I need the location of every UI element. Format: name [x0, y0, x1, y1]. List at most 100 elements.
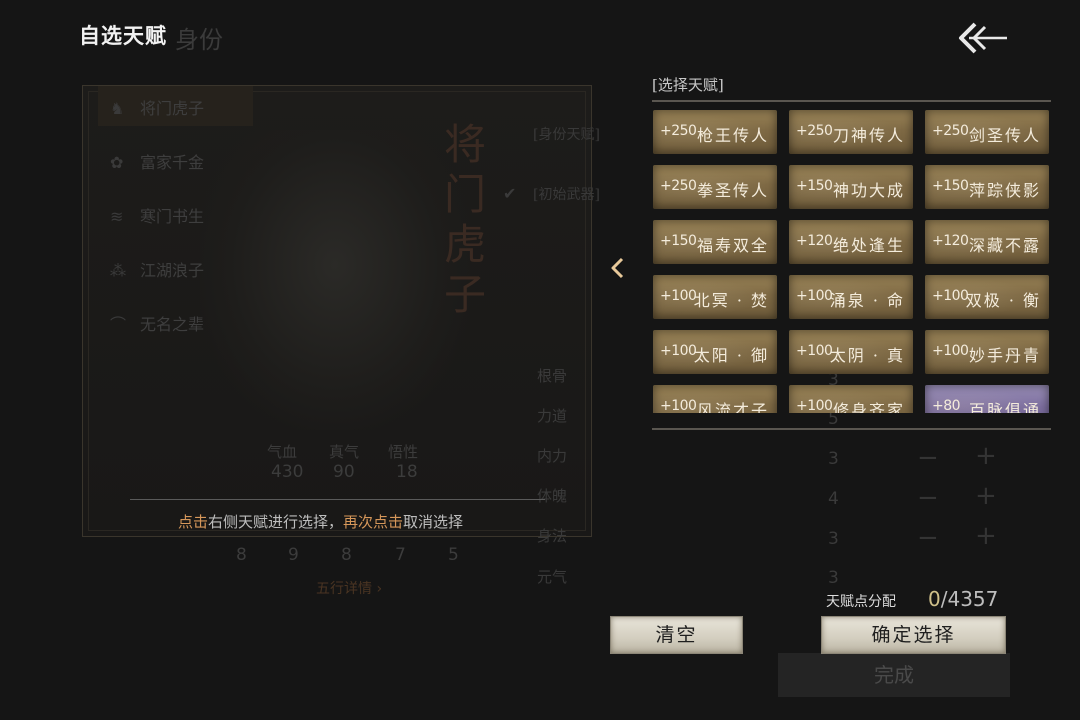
talent-points: +100 — [932, 288, 969, 304]
talent-tile[interactable]: +100 风流才子 — [653, 385, 777, 413]
talent-points: +80 — [932, 398, 961, 413]
attribute-value: 3 — [828, 568, 839, 588]
attribute-value: 3 — [828, 529, 839, 549]
stat-value: 430 — [271, 462, 304, 482]
attribute-label: 身法 — [537, 527, 568, 545]
talent-tile[interactable]: +100 涌泉 · 命 — [789, 275, 913, 319]
talent-name: 枪王传人 — [696, 126, 769, 145]
allocation-value: 0/4357 — [928, 587, 999, 611]
sidebar-item: ✿ 富家千金 — [110, 153, 205, 172]
talent-name: 风流才子 — [696, 401, 769, 413]
plus-icon: + — [975, 441, 997, 471]
talent-points: +150 — [796, 178, 833, 194]
talent-tile[interactable]: +120 绝处逢生 — [789, 220, 913, 264]
talent-tile[interactable]: +250 拳圣传人 — [653, 165, 777, 209]
selection-hint: 点击右侧天赋进行选择，再次点击取消选择 — [178, 513, 464, 531]
attribute-label: 体魄 — [537, 487, 568, 505]
talent-name: 太阴 · 真 — [829, 346, 905, 365]
background-title: 身份 — [175, 26, 223, 54]
panel-divider-top — [652, 100, 1051, 102]
check-icon: ✔ — [503, 184, 517, 203]
attribute-label: 内力 — [537, 447, 568, 465]
talent-tile[interactable]: +100 妙手丹青 — [925, 330, 1049, 374]
talent-name: 修身齐家 — [832, 401, 905, 413]
talent-name: 北冥 · 焚 — [693, 291, 769, 310]
wuxing-link: 五行详情 › — [316, 581, 383, 597]
talent-tile[interactable]: +150 神功大成 — [789, 165, 913, 209]
talent-tile[interactable]: +120 深藏不露 — [925, 220, 1049, 264]
talent-tile[interactable]: +150 福寿双全 — [653, 220, 777, 264]
talent-name: 福寿双全 — [696, 236, 769, 255]
talent-grid[interactable]: +250 枪王传人 +250 刀神传人 +250 剑圣传人 +250 拳圣传人 +150 神功大成… — [652, 108, 1052, 413]
identity-icon: ≋ — [110, 207, 124, 226]
attribute-label: 元气 — [537, 568, 568, 586]
sidebar-item: ⁂ 江湖浪子 — [110, 261, 205, 280]
done-button: 完成 — [778, 653, 1010, 697]
talent-name: 百脉俱通 — [968, 401, 1041, 413]
talent-points: +100 — [660, 398, 697, 413]
element-value: 8 — [236, 545, 247, 565]
talent-points: +100 — [796, 288, 833, 304]
talent-points: +250 — [796, 123, 833, 139]
talent-points: +250 — [932, 123, 969, 139]
plus-icon: + — [975, 481, 997, 511]
chevron-left-icon — [611, 257, 624, 279]
confirm-selection-button[interactable]: 确定选择 — [822, 617, 1005, 653]
talent-name: 萍踪侠影 — [968, 181, 1041, 200]
talent-name: 剑圣传人 — [968, 126, 1041, 145]
minus-icon: − — [917, 443, 939, 473]
clear-button[interactable]: 清空 — [611, 617, 742, 653]
stat-label: 真气 — [329, 443, 360, 461]
talent-name: 神功大成 — [832, 181, 905, 200]
talent-points: +150 — [660, 233, 697, 249]
element-value: 8 — [341, 545, 352, 565]
talent-tile[interactable]: +80 百脉俱通 — [925, 385, 1049, 413]
identity-icon: ⌒ — [110, 315, 127, 334]
talent-tile[interactable]: +100 北冥 · 焚 — [653, 275, 777, 319]
talent-name: 深藏不露 — [968, 236, 1041, 255]
minus-icon: − — [917, 483, 939, 513]
talent-name: 双极 · 衡 — [965, 291, 1041, 310]
allocation-label: 天赋点分配 — [826, 594, 896, 610]
talent-name: 拳圣传人 — [696, 181, 769, 200]
collapse-panel-button[interactable] — [608, 256, 628, 280]
talent-points: +100 — [660, 288, 697, 304]
talent-tile[interactable]: +150 萍踪侠影 — [925, 165, 1049, 209]
talent-tile[interactable]: +100 修身齐家 — [789, 385, 913, 413]
identity-icon: ⁂ — [110, 261, 126, 280]
page-title: 自选天赋 — [79, 23, 167, 48]
talent-tile[interactable]: +250 刀神传人 — [789, 110, 913, 154]
talent-name: 绝处逢生 — [832, 236, 905, 255]
attribute-value: 3 — [828, 449, 839, 469]
sidebar-item: ≋ 寒门书生 — [110, 207, 205, 226]
plus-icon: + — [975, 521, 997, 551]
identity-icon: ♞ — [110, 99, 125, 118]
talent-tile[interactable]: +250 剑圣传人 — [925, 110, 1049, 154]
talent-points: +120 — [932, 233, 969, 249]
talent-points: +150 — [932, 178, 969, 194]
talent-name: 刀神传人 — [832, 126, 905, 145]
talent-points: +100 — [796, 398, 833, 413]
talent-name: 妙手丹青 — [968, 346, 1041, 365]
attribute-value: 4 — [828, 489, 839, 509]
talent-name: 太阳 · 御 — [693, 346, 769, 365]
sidebar-item: ⌒ 无名之辈 — [110, 311, 204, 335]
attribute-label: 根骨 — [537, 367, 568, 385]
element-value: 7 — [395, 545, 406, 565]
talent-tile[interactable]: +250 枪王传人 — [653, 110, 777, 154]
panel-divider-bottom — [652, 428, 1051, 430]
stat-label: 悟性 — [388, 443, 419, 461]
talent-tile[interactable]: +100 双极 · 衡 — [925, 275, 1049, 319]
hint-divider — [130, 499, 545, 500]
stat-label: 气血 — [267, 443, 298, 461]
minus-icon: − — [917, 523, 939, 553]
sidebar-item: ♞ 将门虎子 — [110, 99, 205, 118]
back-button[interactable] — [955, 18, 1011, 58]
identity-talent-tag: [身份天赋] — [533, 127, 600, 143]
talent-points: +100 — [660, 343, 697, 359]
back-arrow-icon — [959, 22, 1007, 54]
talent-tile[interactable]: +100 太阴 · 真 — [789, 330, 913, 374]
talent-tile[interactable]: +100 太阳 · 御 — [653, 330, 777, 374]
talent-name: 涌泉 · 命 — [829, 291, 905, 310]
initial-weapon-tag: [初始武器] — [533, 187, 600, 203]
